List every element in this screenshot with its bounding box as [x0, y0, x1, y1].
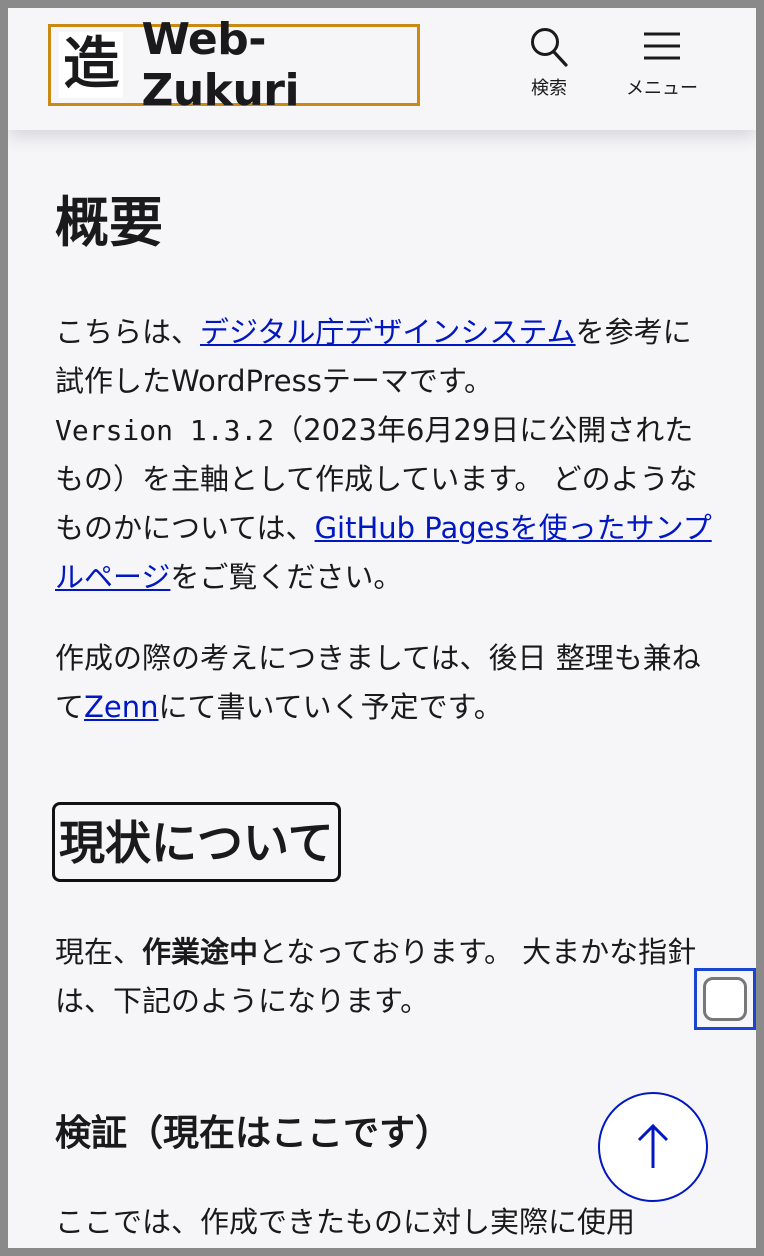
hamburger-menu-icon [644, 32, 680, 60]
version-code: Version 1.3.2 [55, 414, 275, 447]
text: 現在、 [55, 935, 143, 969]
menu-button[interactable]: メニュー [612, 26, 712, 100]
search-label: 検索 [531, 78, 567, 98]
text: にて書いていく予定です。 [158, 690, 503, 724]
site-header: 造 Web-Zukuri 検索 メニュー [8, 8, 756, 130]
search-button[interactable]: 検索 [518, 26, 580, 100]
digital-agency-design-system-link[interactable]: デジタル庁デザインシステム [200, 315, 576, 349]
overview-paragraph-2: 作成の際の考えにつきましては、後日 整理も兼ねてZennにて書いていく予定です。 [55, 634, 715, 732]
menu-label: メニュー [626, 78, 698, 98]
site-logo-link[interactable]: 造 Web-Zukuri [48, 14, 420, 116]
toggle-box [703, 977, 747, 1021]
text: こちらは、 [55, 315, 201, 349]
page-frame: 造 Web-Zukuri 検索 メニュー 概要 こちらは、デジタル庁デザインシス… [8, 8, 756, 1248]
work-in-progress-emphasis: 作業途中 [142, 935, 259, 969]
logo-mark: 造 [59, 32, 124, 98]
overview-heading: 概要 [55, 191, 163, 254]
current-status-heading: 現状について [52, 802, 341, 882]
focused-toggle[interactable] [694, 968, 756, 1030]
back-to-top-button[interactable] [598, 1092, 708, 1202]
arrow-up-icon [637, 1123, 669, 1168]
overview-paragraph-1: こちらは、デジタル庁デザインシステムを参考に試作したWordPressテーマです… [55, 308, 715, 602]
verification-paragraph: ここでは、作成できたものに対し実際に使用 [55, 1205, 636, 1239]
verification-heading: 検証（現在はここです） [55, 1113, 452, 1154]
current-status-paragraph: 現在、作業途中となっております。 大まかな指針は、下記のようになります。 [55, 928, 715, 1026]
search-icon [531, 28, 568, 67]
zenn-link[interactable]: Zenn [84, 690, 158, 724]
site-name: Web-Zukuri [141, 14, 300, 116]
text: をご覧ください。 [170, 560, 403, 594]
